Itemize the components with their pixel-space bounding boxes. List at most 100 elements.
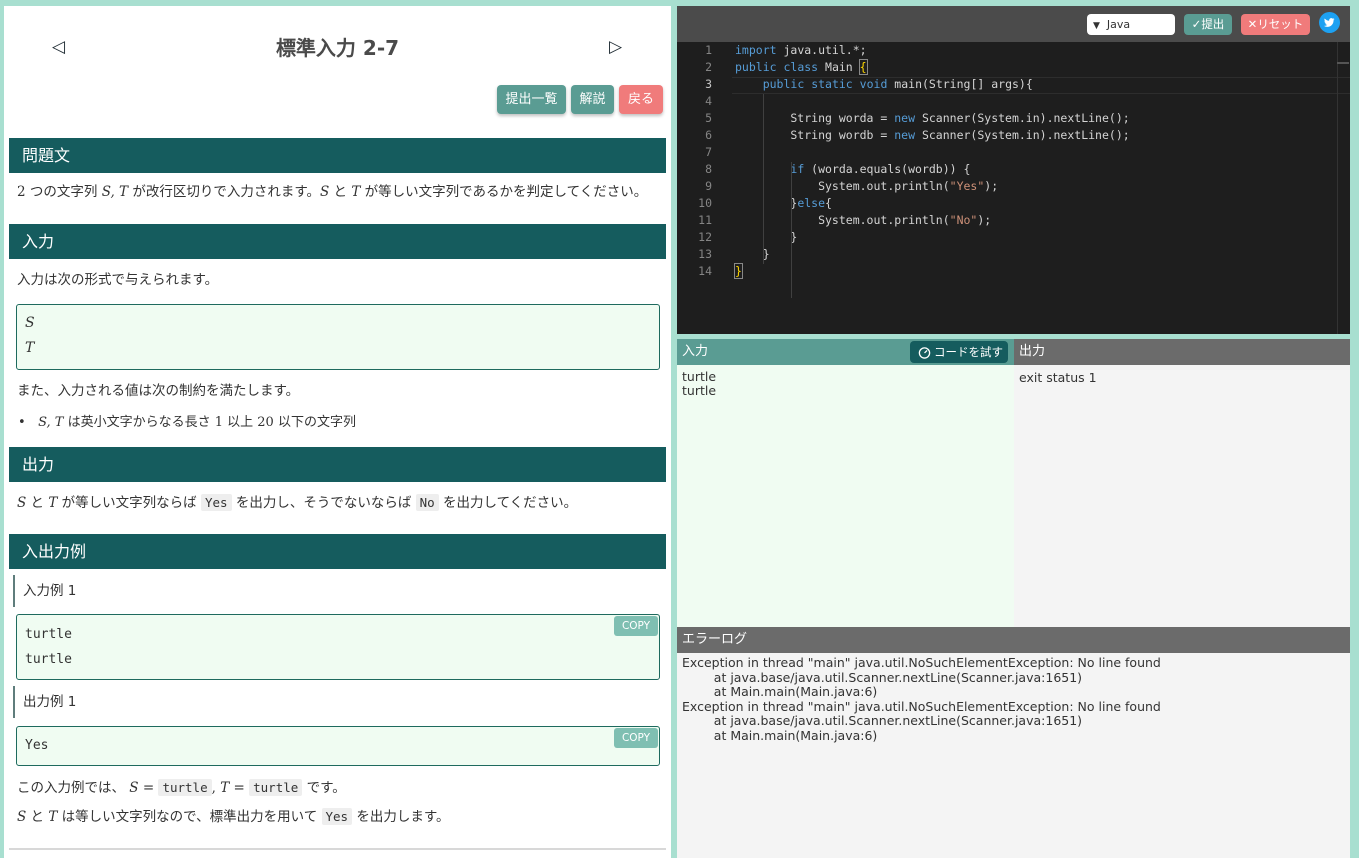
code-line: } xyxy=(734,263,743,279)
code-line: String wordb = new Scanner(System.in).ne… xyxy=(735,128,1130,142)
scrollbar[interactable] xyxy=(1337,42,1350,334)
submit-button[interactable]: ✓提出 xyxy=(1184,14,1232,35)
back-button[interactable]: 戻る xyxy=(619,85,663,114)
keyword-token: void xyxy=(859,77,888,91)
example-line: turtle xyxy=(25,627,72,642)
format-line: S xyxy=(25,315,35,331)
twitter-icon[interactable] xyxy=(1319,12,1340,33)
stdout-header: 出力 xyxy=(1014,339,1350,365)
constraints-intro: また、入力される値は次の制約を満たします。 xyxy=(17,383,300,399)
indent-guide xyxy=(791,162,792,298)
reset-button[interactable]: ✕リセット xyxy=(1241,14,1310,35)
stdin-textarea[interactable]: turtle turtle xyxy=(677,365,1014,627)
line-number: 7 xyxy=(705,145,712,159)
input-format-box: S T xyxy=(16,304,660,370)
keyword-token: if xyxy=(790,162,805,176)
line-number: 13 xyxy=(698,247,712,261)
output-text: S と T が等しい文字列ならば Yes を出力し、そうでないならば No を出… xyxy=(17,494,578,511)
bracket-token: { xyxy=(858,59,868,75)
input-intro: 入力は次の形式で与えられます。 xyxy=(17,272,219,288)
input-example-box: turtle turtle COPY xyxy=(16,614,660,680)
example-line: Yes xyxy=(25,738,49,753)
output-example-box: Yes COPY xyxy=(16,726,660,766)
problem-pane: ◁ 標準入力 2-7 ▷ 提出一覧 解説 戻る 問題文 2 つの文字列 S, T… xyxy=(4,6,671,858)
code-token: System.out.println( xyxy=(735,179,950,193)
error-log-header: エラーログ xyxy=(677,627,1350,653)
code-line: import java.util.*; xyxy=(735,43,867,57)
code-token: { xyxy=(825,196,832,210)
line-number: 12 xyxy=(698,230,712,244)
keyword-token: else xyxy=(797,196,826,210)
caret-down-icon: ▼ xyxy=(1093,21,1100,31)
divider xyxy=(9,848,666,850)
scroll-thumb[interactable] xyxy=(1337,62,1349,64)
constraint-item: • S, T は英小文字からなる長さ 1 以上 20 以下の文字列 xyxy=(18,415,356,430)
code-token: } xyxy=(735,230,798,244)
line-number: 9 xyxy=(705,179,712,193)
code-token: } xyxy=(735,196,798,210)
code-token: System.out.println( xyxy=(735,213,950,227)
line-number: 5 xyxy=(705,111,712,125)
code-line: System.out.println("Yes"); xyxy=(735,179,998,193)
string-token: "Yes" xyxy=(949,179,985,193)
code-token: (worda.equals(wordb)) { xyxy=(804,162,971,176)
code-line: if (worda.equals(wordb)) { xyxy=(735,162,970,176)
code-token: ); xyxy=(977,213,992,227)
code-editor[interactable]: 1 import java.util.*; 2 public class Main {… xyxy=(677,42,1350,334)
stdout-output: exit status 1 xyxy=(1014,365,1350,627)
code-token: Main xyxy=(818,60,860,74)
examples-heading: 入出力例 xyxy=(9,534,666,569)
example-note: S と T は等しい文字列なので、標準出力を用いて Yes を出力します。 xyxy=(17,808,450,825)
keyword-token: new xyxy=(894,128,916,142)
code-line: public static void main(String[] args){ xyxy=(735,77,1033,91)
keyword-token: import xyxy=(735,43,777,57)
editor-toolbar: ▼ Java ✓提出 ✕リセット xyxy=(677,6,1350,42)
string-token: "No" xyxy=(949,213,978,227)
indent-guide xyxy=(763,94,764,264)
check-icon: ✓ xyxy=(1191,17,1202,31)
code-token: ); xyxy=(984,179,999,193)
code-line: public class Main { xyxy=(735,59,868,75)
copy-button[interactable]: COPY xyxy=(614,728,658,748)
code-line: } xyxy=(735,230,797,244)
language-select[interactable]: ▼ Java xyxy=(1087,14,1175,35)
input-example-label: 入力例 1 xyxy=(13,575,76,607)
stdin-header: 入力 コードを試す xyxy=(677,339,1014,365)
code-token: java.util.*; xyxy=(776,43,867,57)
submissions-button[interactable]: 提出一覧 xyxy=(497,85,566,114)
code-line: }else{ xyxy=(735,196,832,210)
keyword-token: public xyxy=(735,60,777,74)
format-line: T xyxy=(25,340,35,356)
input-heading: 入力 xyxy=(9,224,666,259)
line-number: 6 xyxy=(705,128,712,142)
line-number: 8 xyxy=(705,162,712,176)
copy-button[interactable]: COPY xyxy=(614,616,658,636)
explanation-button[interactable]: 解説 xyxy=(571,85,614,114)
code-token: Scanner(System.in).nextLine(); xyxy=(915,128,1130,142)
line-number: 4 xyxy=(705,94,712,108)
keyword-token: static xyxy=(811,77,853,91)
output-example-label: 出力例 1 xyxy=(13,686,76,718)
keyword-token: class xyxy=(783,60,819,74)
code-line: System.out.println("No"); xyxy=(735,213,991,227)
line-number: 14 xyxy=(698,264,712,278)
error-log: Exception in thread "main" java.util.NoS… xyxy=(677,653,1350,858)
code-token: } xyxy=(735,247,770,261)
code-line: String worda = new Scanner(System.in).ne… xyxy=(735,111,1129,125)
keyword-token: new xyxy=(894,111,916,125)
code-line: } xyxy=(735,247,770,261)
example-line: turtle xyxy=(25,652,72,667)
statement-text: 2 つの文字列 S, T が改行区切りで入力されます。S と T が等しい文字列… xyxy=(17,184,648,200)
output-heading: 出力 xyxy=(9,447,666,482)
gauge-icon xyxy=(918,347,931,359)
code-token: String worda = xyxy=(735,111,895,125)
line-number: 3 xyxy=(705,77,712,91)
close-icon: ✕ xyxy=(1247,17,1258,31)
triangle-right-icon[interactable]: ▷ xyxy=(609,37,622,57)
keyword-token: public xyxy=(762,77,805,91)
statement-heading: 問題文 xyxy=(9,138,666,173)
line-number: 10 xyxy=(698,196,712,210)
try-code-button[interactable]: コードを試す xyxy=(910,341,1008,363)
line-number: 1 xyxy=(705,43,712,57)
